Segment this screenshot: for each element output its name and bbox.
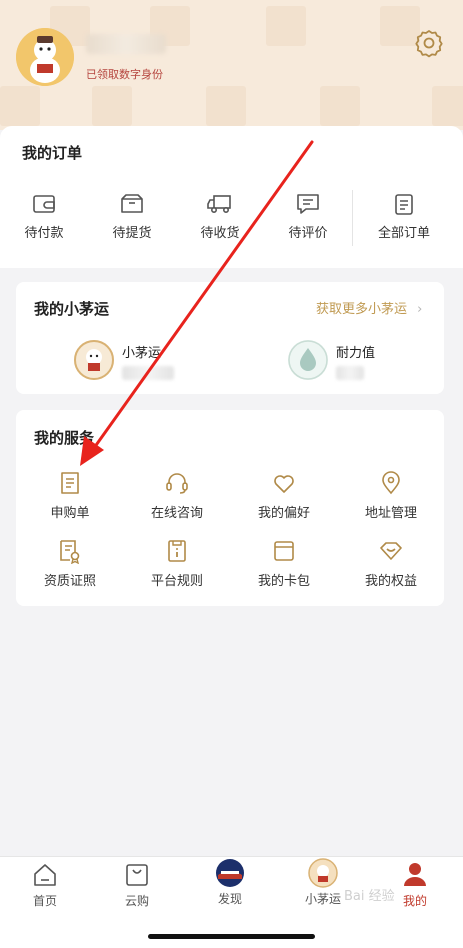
- service-address-management[interactable]: 地址管理: [341, 470, 441, 521]
- order-label: 全部订单: [377, 226, 430, 241]
- home-indicator: [148, 934, 315, 939]
- tab-home[interactable]: 首页: [10, 862, 80, 909]
- service-label: 在线咨询: [150, 506, 203, 521]
- more-link-label: 获取更多小茅运: [316, 302, 408, 317]
- heart-icon: [274, 475, 294, 493]
- headset-icon: [166, 473, 188, 494]
- location-pin-icon: [382, 471, 400, 495]
- order-label: 待付款: [24, 226, 64, 241]
- profile-icon: [404, 863, 426, 886]
- fortune-label: 耐力值: [336, 346, 376, 361]
- fortune-label: 小茅运: [122, 346, 162, 361]
- chevron-right-icon: ›: [417, 302, 423, 317]
- rules-book-icon: [168, 540, 186, 562]
- service-card-wallet[interactable]: 我的卡包: [234, 538, 334, 589]
- endurance-value-blurred: [336, 366, 364, 380]
- card-wallet-icon: [274, 541, 294, 561]
- fortune-title: 我的小茅运: [34, 300, 110, 318]
- box-icon: [121, 194, 143, 213]
- service-qualification-certificates[interactable]: 资质证照: [20, 538, 120, 589]
- services-title: 我的服务: [34, 429, 95, 447]
- rights-icon: [380, 542, 402, 560]
- truck-icon: [207, 195, 231, 214]
- watermark: Bai 经验: [344, 889, 395, 904]
- order-pending-pickup[interactable]: 待提货: [92, 192, 172, 241]
- service-label: 申购单: [50, 506, 90, 521]
- service-my-rights[interactable]: 我的权益: [341, 538, 441, 589]
- order-pending-delivery[interactable]: 待收货: [180, 192, 260, 241]
- note-icon: [61, 472, 79, 494]
- tab-label: 云购: [124, 894, 149, 908]
- comment-icon: [297, 194, 319, 214]
- certificate-icon: [60, 540, 80, 564]
- tab-label: 首页: [32, 894, 57, 908]
- clipboard-icon: [395, 194, 413, 215]
- order-pending-payment[interactable]: 待付款: [4, 192, 84, 241]
- service-label: 平台规则: [150, 574, 203, 589]
- order-all[interactable]: 全部订单: [364, 192, 444, 241]
- service-label: 资质证照: [43, 574, 96, 589]
- order-label: 待评价: [288, 226, 328, 241]
- home-icon: [34, 864, 56, 886]
- wallet-icon: [33, 195, 55, 213]
- fortune-more-link[interactable]: 获取更多小茅运 ›: [316, 298, 422, 317]
- gear-icon[interactable]: [414, 28, 444, 58]
- discover-icon: [216, 859, 244, 887]
- shopping-bag-icon: [126, 864, 148, 886]
- order-pending-review[interactable]: 待评价: [268, 192, 348, 241]
- fortune-value-blurred: [122, 366, 174, 380]
- service-label: 我的卡包: [257, 574, 310, 589]
- username-blurred: [86, 34, 166, 54]
- orders-title: 我的订单: [22, 144, 83, 162]
- mascot-icon: [308, 858, 338, 888]
- service-label: 我的偏好: [257, 506, 310, 521]
- service-label: 我的权益: [364, 574, 417, 589]
- tab-label: 发现: [217, 892, 242, 906]
- order-label: 待收货: [200, 226, 240, 241]
- mascot-icon[interactable]: [74, 340, 114, 380]
- service-platform-rules[interactable]: 平台规则: [127, 538, 227, 589]
- order-divider: [352, 190, 353, 246]
- order-label: 待提货: [112, 226, 152, 241]
- digital-identity-label: 已领取数字身份: [86, 68, 163, 81]
- water-drop-icon[interactable]: [288, 340, 328, 380]
- service-subscription-order[interactable]: 申购单: [20, 470, 120, 521]
- service-label: 地址管理: [364, 506, 417, 521]
- service-preferences[interactable]: 我的偏好: [234, 470, 334, 521]
- tab-discover[interactable]: 发现: [195, 858, 265, 907]
- avatar[interactable]: [16, 28, 74, 86]
- tab-cloud-purchase[interactable]: 云购: [102, 862, 172, 909]
- profile-header: 已领取数字身份: [0, 0, 463, 130]
- service-online-consult[interactable]: 在线咨询: [127, 470, 227, 521]
